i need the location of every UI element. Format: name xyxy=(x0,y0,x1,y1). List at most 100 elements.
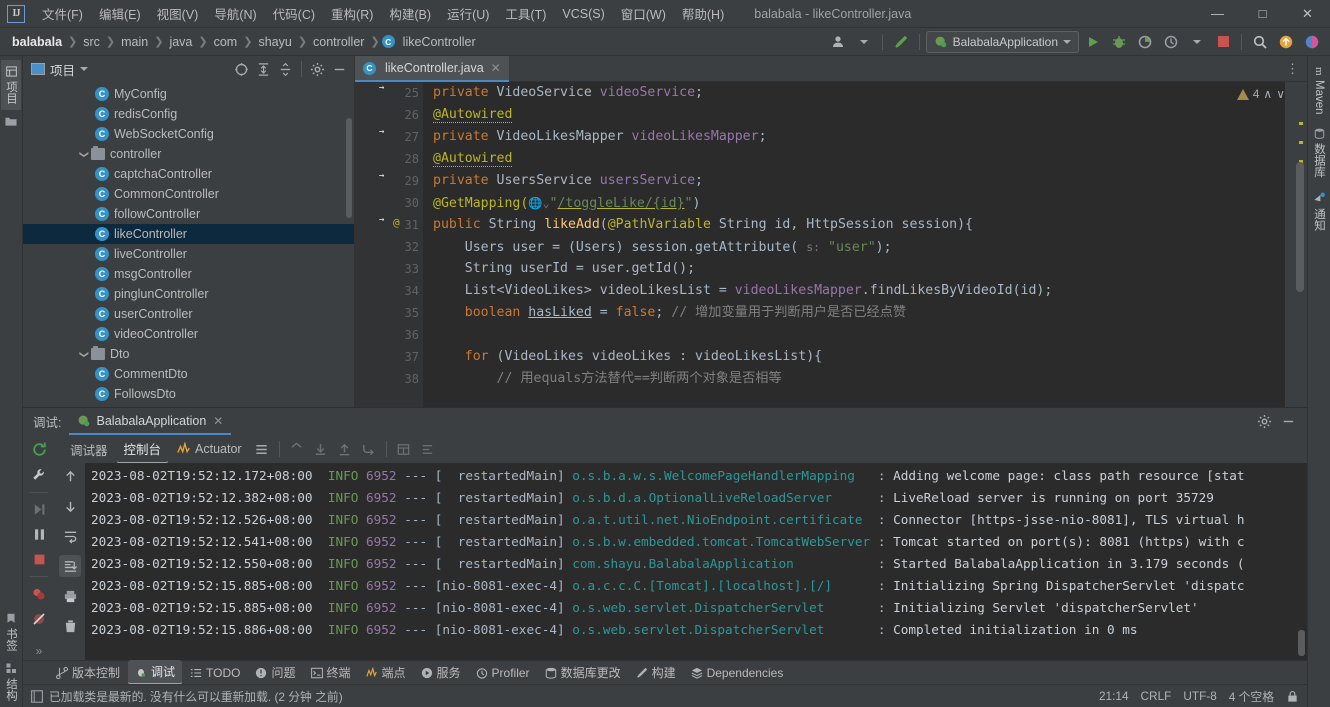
gutter-line[interactable]: 34 xyxy=(355,280,423,302)
sidebar-item-notifications[interactable]: 通知 xyxy=(1309,185,1329,238)
caret-position[interactable]: 21:14 xyxy=(1099,689,1129,703)
tab-actuator[interactable]: Actuator xyxy=(170,438,249,460)
gutter-line[interactable]: 27 xyxy=(355,126,423,148)
tree-node[interactable]: C MyConfig xyxy=(23,84,354,104)
debug-button[interactable] xyxy=(1107,31,1131,53)
inspection-status[interactable]: 4 ∧ ∨ xyxy=(1236,87,1285,101)
gear-icon[interactable] xyxy=(1254,411,1275,432)
gutter-line[interactable]: 32 xyxy=(355,236,423,258)
breadcrumb-item-shayu[interactable]: shayu xyxy=(254,33,295,51)
gutter-line[interactable]: −37 xyxy=(355,346,437,368)
scroll-down-icon[interactable] xyxy=(59,495,81,517)
ide-icon[interactable] xyxy=(1300,31,1324,53)
tree-node[interactable]: C FollowsDto xyxy=(23,384,354,404)
expand-all-icon[interactable] xyxy=(253,59,274,80)
soft-wrap-icon[interactable] xyxy=(286,438,308,460)
gutter-line[interactable]: 36 xyxy=(355,324,423,346)
menu-help[interactable]: 帮助(H) xyxy=(674,0,732,27)
sidebar-folder-icon-group[interactable] xyxy=(3,110,19,133)
view-breakpoints-icon[interactable] xyxy=(28,585,50,603)
indent-setting[interactable]: 4 个空格 xyxy=(1229,688,1274,705)
code-text-area[interactable]: private VideoService videoService; @Auto… xyxy=(423,82,1285,407)
sidebar-item-maven[interactable]: m Maven xyxy=(1311,60,1327,121)
settings-wrench-icon[interactable] xyxy=(28,466,50,484)
sidebar-item-structure[interactable]: 结构 xyxy=(1,657,21,707)
tool-window-services[interactable]: 服务 xyxy=(414,661,468,684)
run-button[interactable] xyxy=(1081,31,1105,53)
tree-node[interactable]: CvideoController xyxy=(23,324,354,344)
tree-node[interactable]: CredisConfig xyxy=(23,104,354,124)
tree-node[interactable]: CliveController xyxy=(23,244,354,264)
menu-window[interactable]: 窗口(W) xyxy=(613,0,674,27)
status-message[interactable]: 已加载类是最新的. 没有什么可以重新加载. (2 分钟 之前) xyxy=(49,688,343,705)
build-hammer-icon[interactable] xyxy=(889,31,913,53)
tree-node[interactable]: ❯ controller xyxy=(23,144,354,164)
menu-vcs[interactable]: VCS(S) xyxy=(554,3,612,25)
breadcrumb-root[interactable]: balabala xyxy=(8,33,66,51)
more-options-icon[interactable]: ⋮ xyxy=(1286,62,1299,75)
tree-node[interactable]: C WebSocketConfig xyxy=(23,124,354,144)
menu-refactor[interactable]: 重构(R) xyxy=(323,0,381,27)
tool-window-db-changes[interactable]: 数据库更改 xyxy=(538,661,628,684)
maximize-button[interactable]: □ xyxy=(1240,0,1285,28)
tool-window-todo[interactable]: TODO xyxy=(183,663,247,683)
editor-scrollbar-area[interactable] xyxy=(1285,82,1307,407)
lock-icon[interactable] xyxy=(1286,690,1299,703)
tree-node[interactable]: C CommentDto xyxy=(23,364,354,384)
gutter-line[interactable]: 29 xyxy=(355,170,423,192)
menu-build[interactable]: 构建(B) xyxy=(381,0,439,27)
menu-code[interactable]: 代码(C) xyxy=(265,0,323,27)
chevron-down-icon[interactable] xyxy=(80,67,89,71)
tool-window-profiler[interactable]: Profiler xyxy=(469,663,537,683)
import-icon[interactable] xyxy=(334,438,356,460)
tree-node[interactable]: CcaptchaController xyxy=(23,164,354,184)
tree-node[interactable]: CuserController xyxy=(23,304,354,324)
tool-window-debug[interactable]: 调试 xyxy=(128,660,183,685)
rerun-icon[interactable] xyxy=(28,441,50,459)
gutter-line[interactable]: 30 xyxy=(355,192,423,214)
menu-file[interactable]: 文件(F) xyxy=(34,0,91,27)
menu-run[interactable]: 运行(U) xyxy=(439,0,497,27)
updates-icon[interactable] xyxy=(1274,31,1298,53)
print-icon[interactable] xyxy=(59,585,81,607)
console-scrollbar[interactable] xyxy=(1298,630,1305,656)
layout-settings-icon[interactable] xyxy=(251,438,273,460)
chevron-down-icon[interactable]: ❯ xyxy=(79,347,90,361)
tree-node[interactable]: C CommonController xyxy=(23,184,354,204)
breadcrumb-item-java[interactable]: java xyxy=(165,33,196,51)
sidebar-item-bookmarks[interactable]: 书签 xyxy=(1,607,21,657)
gutter-line[interactable]: 26 xyxy=(355,104,423,126)
tool-window-vcs[interactable]: 版本控制 xyxy=(49,661,127,684)
tree-node[interactable]: CmsgController xyxy=(23,264,354,284)
breadcrumb-item-controller[interactable]: controller xyxy=(309,33,368,51)
spring-bean-gutter-icon[interactable]: @ xyxy=(377,216,400,232)
tree-node[interactable]: CfollowController xyxy=(23,204,354,224)
chevron-down-icon[interactable] xyxy=(1185,31,1209,53)
run-with-coverage-button[interactable] xyxy=(1133,31,1157,53)
hide-panel-icon[interactable] xyxy=(329,59,350,80)
menu-edit[interactable]: 编辑(E) xyxy=(91,0,149,27)
close-button[interactable]: ✕ xyxy=(1285,0,1330,28)
tree-node-selected[interactable]: ClikeController xyxy=(23,224,354,244)
console-output[interactable]: 2023-08-02T19:52:12.172+08:00 INFO 6952 … xyxy=(85,463,1307,660)
close-icon[interactable]: ✕ xyxy=(491,61,501,75)
menu-view[interactable]: 视图(V) xyxy=(149,0,207,27)
gutter-line[interactable]: 28 xyxy=(355,148,423,170)
resume-program-icon[interactable] xyxy=(28,501,50,519)
profiler-button[interactable] xyxy=(1159,31,1183,53)
tool-window-problems[interactable]: 问题 xyxy=(248,661,302,684)
close-icon[interactable]: ✕ xyxy=(213,414,223,428)
search-icon[interactable] xyxy=(1248,31,1272,53)
gutter-line[interactable]: 25 xyxy=(355,82,423,104)
filter-icon[interactable] xyxy=(417,438,439,460)
spring-bean-gutter-icon[interactable] xyxy=(377,129,392,144)
gear-icon[interactable] xyxy=(307,59,328,80)
editor-scrollbar[interactable] xyxy=(1296,162,1304,292)
pause-program-icon[interactable] xyxy=(28,526,50,544)
debug-session-tab[interactable]: BalabalaApplication ✕ xyxy=(69,408,232,435)
tree-node[interactable]: ❯ Dto xyxy=(23,344,354,364)
chevron-down-icon[interactable] xyxy=(852,31,876,53)
minimize-button[interactable]: — xyxy=(1195,0,1240,28)
code-editor[interactable]: 25 26 27 28 29 30 @−31 32 33 34 35 36 −37 38 private … xyxy=(355,82,1307,407)
select-opened-file-icon[interactable] xyxy=(231,59,252,80)
